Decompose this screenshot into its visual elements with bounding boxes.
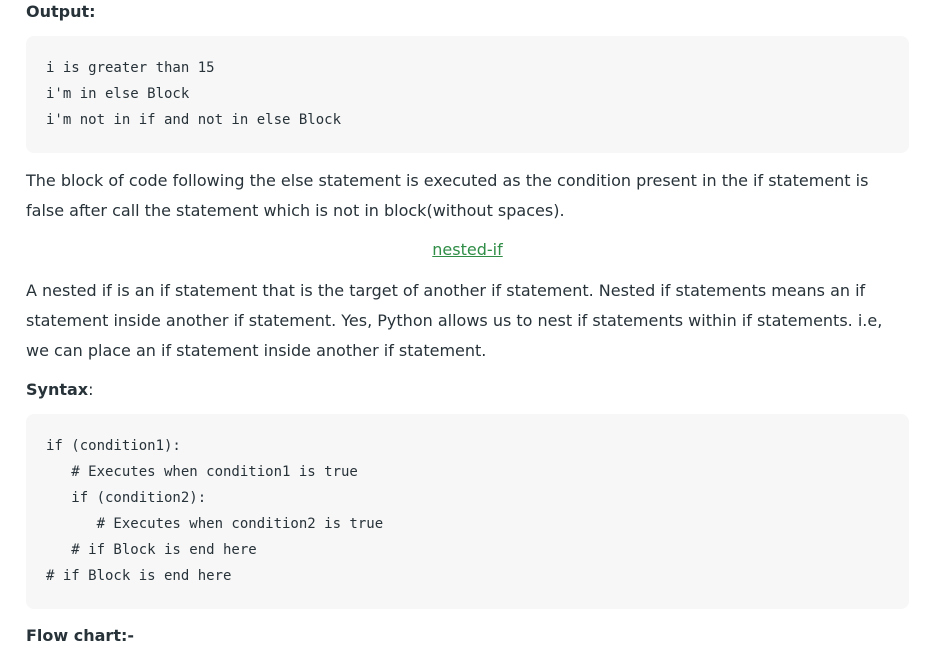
flowchart-heading: Flow chart:-: [26, 626, 135, 645]
syntax-code-block[interactable]: if (condition1): # Executes when conditi…: [26, 414, 909, 609]
code-line: # if Block is end here: [46, 542, 257, 558]
code-line: i is greater than 15: [46, 60, 215, 76]
syntax-heading: Syntax:: [26, 378, 94, 402]
code-line: if (condition1):: [46, 438, 181, 454]
code-line: if (condition2):: [46, 490, 207, 506]
else-explanation-paragraph: The block of code following the else sta…: [26, 171, 869, 220]
code-line: # if Block is end here: [46, 568, 232, 584]
nested-if-paragraph: A nested if is an if statement that is t…: [26, 281, 883, 360]
syntax-heading-colon: :: [88, 380, 94, 399]
output-code-block[interactable]: i is greater than 15 i'm in else Block i…: [26, 36, 909, 153]
code-line: # Executes when condition1 is true: [46, 464, 358, 480]
code-line: # Executes when condition2 is true: [46, 516, 384, 532]
code-line: i'm in else Block: [46, 86, 190, 102]
syntax-heading-label: Syntax: [26, 380, 89, 399]
code-line: i'm not in if and not in else Block: [46, 112, 342, 128]
nested-if-link[interactable]: nested-if: [432, 240, 502, 259]
nested-if-link-container: nested-if: [26, 236, 909, 264]
output-heading: Output:: [26, 2, 96, 21]
